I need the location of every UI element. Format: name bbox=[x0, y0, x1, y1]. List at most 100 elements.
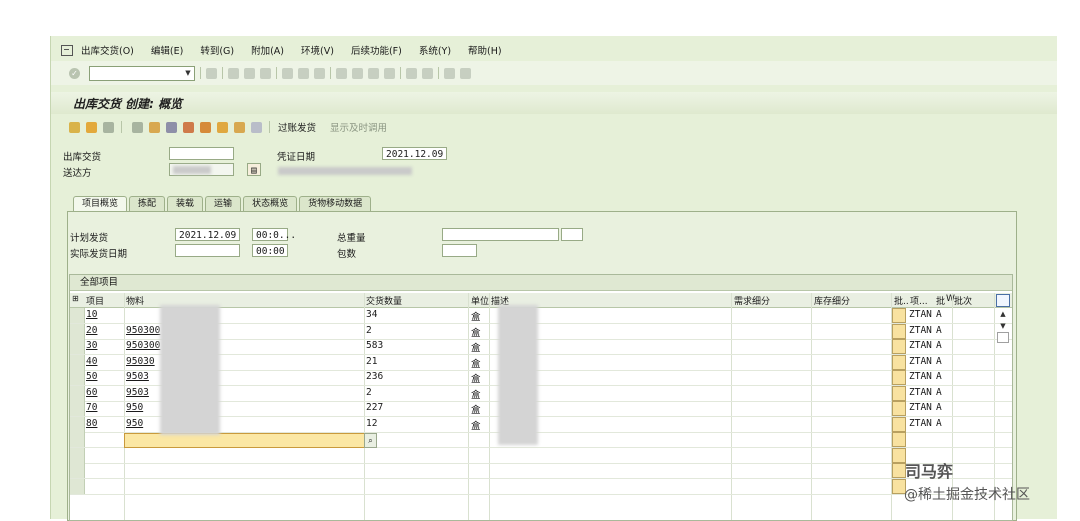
find-next-icon[interactable] bbox=[314, 67, 325, 79]
table-row[interactable] bbox=[70, 463, 1012, 479]
row-selector[interactable] bbox=[70, 370, 85, 385]
prev-page-icon[interactable] bbox=[352, 67, 363, 79]
col-qty[interactable]: 交货数量 bbox=[366, 294, 402, 307]
batch-split-indicator[interactable] bbox=[892, 447, 906, 463]
tab-goods-movement[interactable]: 货物移动数据 bbox=[299, 196, 372, 211]
search-icon[interactable]: ⌕ bbox=[364, 433, 377, 448]
row-selector[interactable] bbox=[70, 447, 85, 463]
menu-subsequent[interactable]: 后续功能(F) bbox=[351, 43, 402, 57]
delivery-field[interactable] bbox=[169, 147, 234, 160]
tab-picking[interactable]: 拣配 bbox=[129, 196, 166, 211]
pick-icon[interactable] bbox=[217, 121, 228, 133]
batch-split-indicator[interactable] bbox=[892, 308, 906, 323]
display-button[interactable]: 显示及时调用 bbox=[330, 120, 387, 134]
row-selector[interactable] bbox=[70, 432, 85, 447]
wand-icon[interactable] bbox=[69, 121, 80, 133]
weight-unit-field[interactable] bbox=[561, 228, 583, 241]
new-item-icon[interactable] bbox=[86, 121, 97, 133]
batch-split-indicator[interactable] bbox=[892, 354, 906, 370]
batch-split-indicator[interactable] bbox=[892, 416, 906, 432]
hu-icon[interactable] bbox=[234, 121, 245, 133]
grid-icon[interactable] bbox=[251, 121, 262, 133]
col-b[interactable]: 批 bbox=[936, 294, 945, 307]
row-selector[interactable] bbox=[70, 463, 85, 478]
col-batch-split[interactable]: 批.. bbox=[894, 294, 909, 307]
table-scrollbar[interactable]: ▲ ▼ bbox=[996, 294, 1010, 349]
find-icon[interactable] bbox=[298, 67, 309, 79]
material-number[interactable]: 950 bbox=[126, 402, 143, 413]
texts-icon[interactable] bbox=[183, 121, 194, 133]
enter-icon[interactable]: ✓ bbox=[69, 67, 80, 79]
row-selector[interactable] bbox=[70, 339, 85, 354]
actual-gi-date-field[interactable] bbox=[175, 244, 240, 257]
row-selector[interactable] bbox=[70, 401, 85, 416]
batch-split-indicator[interactable] bbox=[892, 339, 906, 354]
batch-split-indicator[interactable] bbox=[892, 432, 906, 447]
material-number[interactable]: 95030 bbox=[126, 356, 155, 367]
partner-details-icon[interactable]: ▤ bbox=[247, 163, 261, 176]
print-icon[interactable] bbox=[282, 67, 293, 79]
table-row[interactable] bbox=[70, 447, 1012, 464]
batch-split-indicator[interactable] bbox=[892, 463, 906, 478]
layout-icon[interactable] bbox=[460, 67, 471, 79]
col-item[interactable]: 项目 bbox=[86, 294, 104, 307]
col-item-cat[interactable]: 项... bbox=[910, 294, 928, 307]
last-page-icon[interactable] bbox=[384, 67, 395, 79]
scroll-down-icon[interactable]: ▼ bbox=[996, 320, 1010, 332]
menu-outbound[interactable]: 出库交货(O) bbox=[81, 43, 134, 57]
actual-gi-time-field[interactable]: 00:00 bbox=[252, 244, 288, 257]
tab-status-overview[interactable]: 状态概览 bbox=[243, 196, 298, 211]
doc-date-field[interactable]: 2021.12.09 bbox=[382, 147, 447, 160]
item-number[interactable]: 20 bbox=[86, 325, 97, 336]
menu-help[interactable]: 帮助(H) bbox=[468, 43, 502, 57]
batch-split-indicator[interactable] bbox=[892, 323, 906, 339]
item-number[interactable]: 40 bbox=[86, 356, 97, 367]
material-number[interactable]: 9503 bbox=[126, 387, 149, 398]
select-all-icon[interactable]: ⊞ bbox=[72, 294, 79, 303]
table-row[interactable] bbox=[70, 478, 1012, 495]
batch-split-indicator[interactable] bbox=[892, 370, 906, 385]
help-icon[interactable] bbox=[444, 67, 455, 79]
menu-extras[interactable]: 附加(A) bbox=[251, 43, 284, 57]
copy-icon[interactable] bbox=[132, 121, 143, 133]
cancel-icon[interactable] bbox=[260, 67, 271, 79]
row-selector[interactable] bbox=[70, 416, 85, 432]
batch-icon[interactable] bbox=[200, 121, 211, 133]
item-number[interactable]: 80 bbox=[86, 418, 97, 429]
col-batch[interactable]: 批次 bbox=[954, 294, 972, 307]
col-stock-seg[interactable]: 库存细分 bbox=[814, 294, 850, 307]
item-number[interactable]: 60 bbox=[86, 387, 97, 398]
next-page-icon[interactable] bbox=[368, 67, 379, 79]
material-input-new-row[interactable] bbox=[124, 433, 366, 448]
menu-system[interactable]: 系统(Y) bbox=[419, 43, 451, 57]
item-number[interactable]: 70 bbox=[86, 402, 97, 413]
exit-icon[interactable] bbox=[244, 67, 255, 79]
item-number[interactable]: 50 bbox=[86, 371, 97, 382]
back-icon[interactable] bbox=[228, 67, 239, 79]
command-field[interactable]: ▼ bbox=[89, 65, 195, 81]
menu-environment[interactable]: 环境(V) bbox=[301, 43, 334, 57]
tab-transport[interactable]: 运输 bbox=[205, 196, 242, 211]
plan-gi-time-field[interactable]: 00:0... bbox=[252, 228, 296, 241]
item-number[interactable]: 30 bbox=[86, 340, 97, 351]
col-req-seg[interactable]: 需求细分 bbox=[734, 294, 770, 307]
col-material[interactable]: 物料 bbox=[126, 294, 144, 307]
first-page-icon[interactable] bbox=[336, 67, 347, 79]
new-session-icon[interactable] bbox=[406, 67, 417, 79]
col-unit[interactable]: 单位 bbox=[471, 294, 489, 307]
row-selector[interactable] bbox=[70, 308, 85, 323]
delete-icon[interactable] bbox=[103, 121, 114, 133]
scroll-thumb[interactable] bbox=[997, 332, 1009, 343]
material-number[interactable]: 9503 bbox=[126, 371, 149, 382]
plan-gi-date-field[interactable]: 2021.12.09 bbox=[175, 228, 240, 241]
tab-item-overview[interactable]: 项目概览 bbox=[73, 196, 128, 211]
row-selector[interactable] bbox=[70, 478, 85, 494]
material-number[interactable]: 950 bbox=[126, 418, 143, 429]
partner-icon[interactable] bbox=[149, 121, 160, 133]
row-selector[interactable] bbox=[70, 354, 85, 370]
print-output-icon[interactable] bbox=[166, 121, 177, 133]
system-menu-icon[interactable] bbox=[61, 44, 73, 56]
tab-loading[interactable]: 装载 bbox=[167, 196, 204, 211]
chevron-down-icon[interactable]: ▼ bbox=[183, 68, 193, 79]
material-number[interactable]: 950300 bbox=[126, 325, 160, 336]
